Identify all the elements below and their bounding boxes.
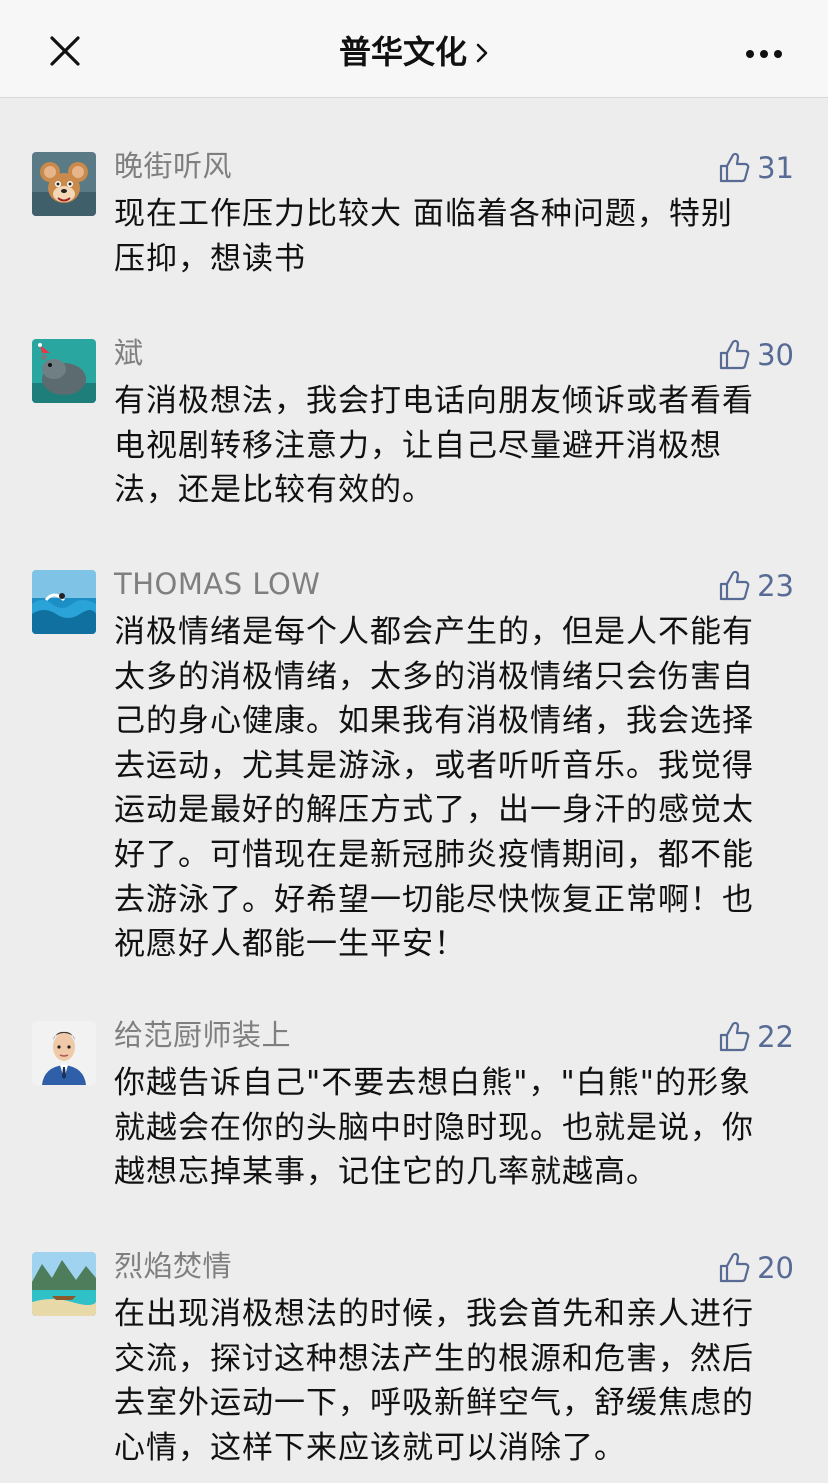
comment-username[interactable]: 斌: [114, 335, 144, 371]
beach-landscape-avatar-icon: [32, 1252, 96, 1316]
like-count: 30: [757, 338, 794, 372]
like-button[interactable]: 20: [717, 1250, 794, 1286]
like-button[interactable]: 23: [717, 568, 794, 604]
man-in-suit-avatar-icon: [32, 1021, 96, 1085]
like-count: 20: [757, 1251, 794, 1285]
avatar[interactable]: [32, 1252, 96, 1316]
thumbs-up-icon: [719, 152, 750, 183]
comment-username[interactable]: 烈焰焚情: [114, 1248, 232, 1284]
like-button[interactable]: 30: [717, 337, 794, 373]
more-button[interactable]: [740, 34, 788, 74]
comment-text: 消极情绪是每个人都会产生的，但是人不能有 太多的消极情绪，太多的消极情绪只会伤害…: [114, 614, 754, 963]
comment-text: 你越告诉自己"不要去想白熊"，"白熊"的形象 就越会在你的头脑中时隐时现。也就是…: [114, 1065, 754, 1191]
comment-text: 有消极想法，我会打电话向朋友倾诉或者看看 电视剧转移注意力，让自己尽量避开消极想…: [114, 383, 754, 509]
account-title-link[interactable]: 普华文化: [0, 30, 828, 74]
like-count: 22: [757, 1020, 794, 1054]
like-button[interactable]: 22: [717, 1019, 794, 1055]
thumbs-up-icon: [719, 1252, 750, 1283]
like-button[interactable]: 31: [717, 150, 794, 186]
comment-username[interactable]: 给范厨师装上: [114, 1017, 291, 1053]
chevron-right-icon: [475, 31, 489, 63]
top-bar: 普华文化: [0, 0, 828, 98]
thumbs-up-icon: [719, 570, 750, 601]
comment-username[interactable]: 晚街听风: [114, 148, 232, 184]
like-count: 31: [757, 151, 794, 185]
avatar[interactable]: [32, 570, 96, 634]
comment-username[interactable]: THOMAS LOW: [114, 566, 320, 602]
mouse-cartoon-avatar-icon: [32, 152, 96, 216]
avatar[interactable]: [32, 1021, 96, 1085]
thumbs-up-icon: [719, 339, 750, 370]
more-horizontal-icon: [746, 50, 782, 58]
comment-text: 现在工作压力比较大 面临着各种问题，特别 压抑，想读书: [114, 196, 733, 277]
like-count: 23: [757, 569, 794, 603]
avatar[interactable]: [32, 339, 96, 403]
thumbs-up-icon: [719, 1021, 750, 1052]
hippo-avatar-icon: [32, 339, 96, 403]
avatar[interactable]: [32, 152, 96, 216]
ocean-wave-avatar-icon: [32, 570, 96, 634]
page-title: 普华文化: [338, 33, 467, 71]
comment-text: 在出现消极想法的时候，我会首先和亲人进行 交流，探讨这种想法产生的根源和危害，然…: [114, 1296, 754, 1466]
